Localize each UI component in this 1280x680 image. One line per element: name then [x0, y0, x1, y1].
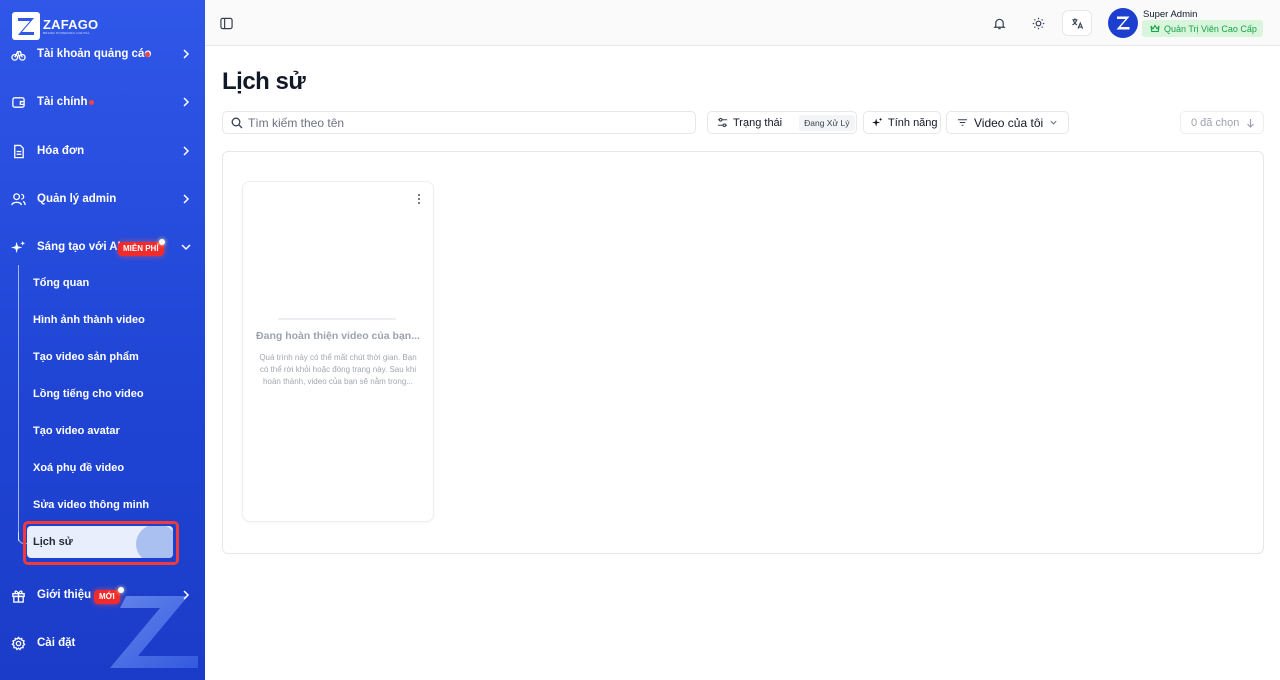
sub-item-product-video[interactable]: Tạo video sản phẩm	[33, 351, 139, 363]
feature-filter-label: Tính năng	[888, 116, 938, 129]
sidebar-item-label: Quản lý admin	[37, 193, 117, 205]
sidebar-item-label: Tài khoản quảng cáo	[37, 48, 152, 60]
user-role-label: Quản Trị Viên Cao Cấp	[1164, 23, 1257, 34]
sub-item-remove-subtitles[interactable]: Xoá phụ đề video	[33, 462, 124, 474]
sparkles-icon	[872, 117, 883, 127]
chevron-right-icon	[183, 194, 190, 204]
wallet-icon	[12, 96, 25, 108]
selected-count-label: 0 đã chọn	[1191, 116, 1240, 129]
arrow-down-icon	[1247, 118, 1255, 128]
sub-item-history[interactable]: Lịch sử	[27, 526, 173, 558]
notification-dot	[89, 100, 94, 105]
page-title: Lịch sử	[222, 68, 306, 95]
badge-glow-dot	[159, 239, 165, 245]
top-bar: Super Admin Quản Trị Viên Cao Cấp	[205, 0, 1280, 46]
users-icon	[11, 192, 26, 205]
sidebar-toggle-button[interactable]	[215, 12, 237, 34]
user-role-badge: Quản Trị Viên Cao Cấp	[1142, 20, 1263, 37]
status-filter-button[interactable]: Trạng thái Đang Xử Lý	[707, 111, 857, 134]
status-filter-label: Trạng thái	[733, 116, 783, 129]
chevron-right-icon	[183, 49, 190, 59]
status-filter-value: Đang Xử Lý	[799, 114, 855, 131]
sub-item-image-to-video[interactable]: Hình ảnh thành video	[33, 314, 145, 326]
crown-icon	[1150, 24, 1160, 33]
sidebar-item-admin[interactable]: Quản lý admin	[0, 184, 205, 214]
sidebar-item-ai-create[interactable]: Sáng tạo với AI MIỄN PHÍ	[0, 232, 205, 262]
search-input[interactable]	[248, 114, 688, 132]
tree-line	[18, 265, 19, 541]
new-badge: MỚI	[94, 590, 120, 604]
sub-item-avatar-video[interactable]: Tạo video avatar	[33, 425, 120, 437]
bicycle-icon	[11, 50, 26, 61]
progress-bar	[278, 318, 396, 320]
sliders-icon	[717, 117, 728, 128]
sidebar-item-settings[interactable]: Cài đặt	[0, 628, 205, 658]
brand-logo[interactable]: ZAFAGO BRAND POWERING DIGITAL	[12, 12, 98, 40]
sidebar-item-label: Hóa đơn	[37, 145, 85, 157]
sidebar-item-invoices[interactable]: Hóa đơn	[0, 136, 205, 166]
sub-item-label: Lịch sử	[33, 536, 73, 548]
selected-count-button[interactable]: 0 đã chọn	[1180, 111, 1264, 134]
user-name: Super Admin	[1143, 9, 1198, 20]
owner-filter-label: Video của tôi	[974, 115, 1044, 130]
sidebar: ZAFAGO BRAND POWERING DIGITAL Tài khoản …	[0, 0, 205, 680]
sidebar-item-label: Tài chính	[37, 96, 88, 108]
notification-dot	[145, 52, 150, 57]
sidebar-item-intro[interactable]: Giới thiệu MỚI	[0, 580, 205, 610]
sun-icon	[1032, 17, 1044, 29]
sidebar-item-ad-accounts[interactable]: Tài khoản quảng cáo	[0, 39, 205, 69]
chevron-right-icon	[183, 97, 190, 107]
notifications-button[interactable]	[988, 12, 1010, 34]
translate-icon	[1071, 17, 1083, 29]
filter-lines-icon	[957, 119, 968, 126]
video-card-description: Quá trình này có thể mất chút thời gian.…	[259, 353, 417, 386]
chevron-down-icon	[1050, 120, 1057, 125]
sidebar-item-finance[interactable]: Tài chính	[0, 87, 205, 117]
more-options-icon[interactable]	[415, 193, 423, 205]
gear-icon	[11, 635, 26, 651]
sub-item-dubbing[interactable]: Lồng tiếng cho video	[33, 388, 144, 400]
feature-filter-button[interactable]: Tính năng	[863, 111, 941, 134]
theme-toggle-button[interactable]	[1027, 12, 1049, 34]
panel-left-icon	[219, 17, 233, 29]
zafago-avatar-icon	[1116, 16, 1130, 30]
invoice-icon	[14, 144, 24, 158]
sidebar-item-label: Sáng tạo với AI	[37, 241, 121, 253]
sidebar-item-label: Cài đặt	[37, 637, 76, 649]
badge-glow-dot	[118, 587, 124, 593]
sub-item-smart-edit[interactable]: Sửa video thông minh	[33, 499, 149, 511]
language-button[interactable]	[1062, 10, 1092, 36]
video-card-title: Đang hoàn thiện video của bạn...	[256, 330, 420, 342]
sub-item-overview[interactable]: Tổng quan	[33, 277, 89, 289]
avatar[interactable]	[1108, 8, 1138, 38]
search-icon	[231, 117, 243, 129]
owner-filter-select[interactable]: Video của tôi	[946, 111, 1069, 134]
chevron-right-icon	[183, 146, 190, 156]
free-badge: MIỄN PHÍ	[118, 242, 164, 256]
sparkles-icon	[11, 240, 26, 253]
brand-tagline: BRAND POWERING DIGITAL	[43, 30, 90, 35]
sidebar-item-label: Giới thiệu	[37, 589, 92, 601]
cursor-blob	[136, 526, 173, 558]
gift-icon	[12, 590, 25, 603]
chevron-right-icon	[183, 590, 190, 600]
bell-icon	[992, 18, 1006, 29]
brand-name: ZAFAGO	[43, 16, 99, 32]
logo-mark-icon	[12, 12, 40, 40]
search-box[interactable]	[222, 111, 696, 134]
chevron-down-icon	[181, 244, 191, 251]
